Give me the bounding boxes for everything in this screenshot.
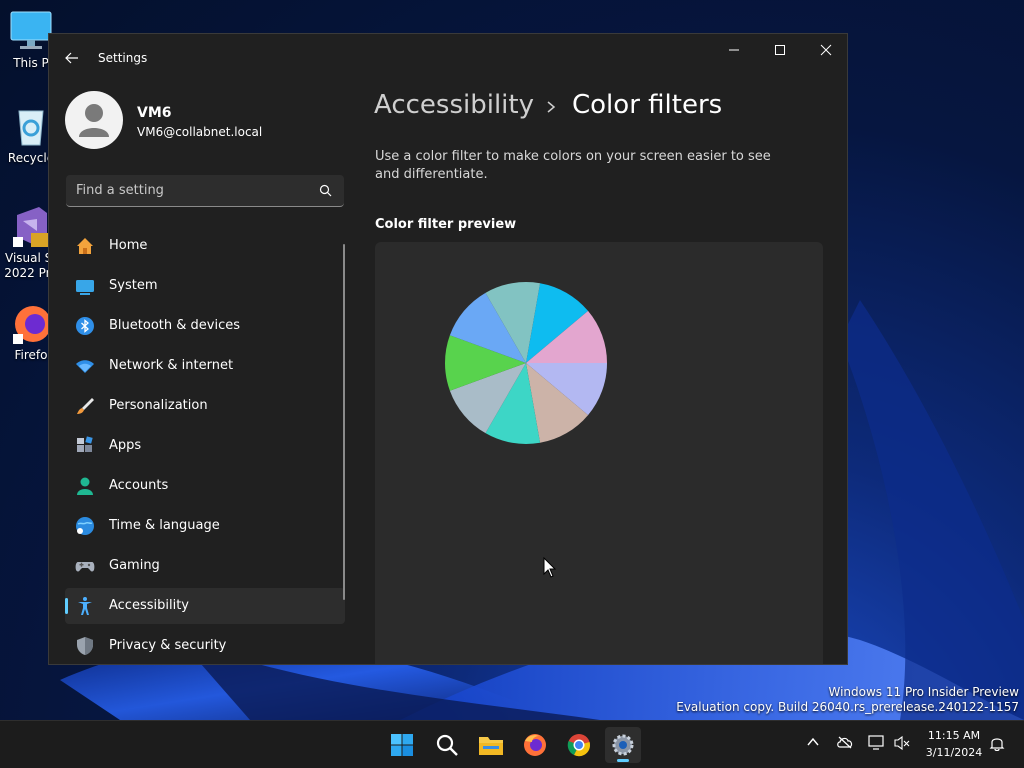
avatar — [65, 91, 123, 149]
page-title: Color filters — [572, 90, 723, 120]
sidebar-item-privacy-security[interactable]: Privacy & security — [65, 628, 345, 664]
sidebar-item-label: Accounts — [109, 478, 169, 493]
close-icon — [820, 44, 832, 56]
notification-bell-icon[interactable] — [989, 735, 1005, 751]
breadcrumb-parent[interactable]: Accessibility — [374, 90, 534, 120]
accounts-icon — [77, 477, 93, 495]
sidebar-item-home[interactable]: Home — [65, 228, 345, 264]
maximize-button[interactable] — [757, 34, 803, 66]
chevron-up-icon[interactable] — [806, 735, 820, 749]
shield-icon — [77, 637, 93, 655]
color-filter-preview — [375, 242, 823, 664]
file-explorer-icon — [479, 737, 503, 755]
mouse-cursor-icon — [543, 557, 557, 578]
watermark-line: Windows 11 Pro Insider Preview — [828, 685, 1019, 699]
recycle-bin-icon — [18, 110, 44, 146]
sidebar-item-personalization[interactable]: Personalization — [65, 388, 345, 424]
gamepad-icon — [75, 562, 95, 572]
globe-clock-icon — [76, 517, 94, 535]
maximize-icon — [775, 45, 785, 55]
sidebar-item-label: Accessibility — [109, 598, 189, 613]
taskbar-chrome[interactable] — [561, 727, 597, 763]
title-bar[interactable]: Settings — [49, 34, 847, 80]
wifi-icon — [76, 360, 94, 373]
accessibility-icon — [78, 597, 92, 615]
user-profile[interactable]: VM6 VM6@collabnet.local — [65, 91, 335, 151]
taskbar-firefox[interactable] — [517, 727, 553, 763]
onedrive-icon[interactable] — [836, 735, 854, 749]
settings-window: Settings VM6 VM6@collabnet.local Find a … — [48, 33, 848, 665]
sidebar-item-label: Home — [109, 238, 148, 253]
minimize-button[interactable] — [711, 34, 757, 66]
sidebar-item-label: Personalization — [109, 398, 208, 413]
clock-date[interactable]: 3/11/2024 — [918, 746, 990, 759]
apps-icon — [77, 436, 93, 452]
sidebar-item-accounts[interactable]: Accounts — [65, 468, 345, 504]
section-title: Color filter preview — [375, 217, 517, 232]
sidebar-item-bluetooth[interactable]: Bluetooth & devices — [65, 308, 345, 344]
start-icon — [391, 734, 413, 756]
color-filter-preview-pie — [445, 282, 607, 444]
page-description: Use a color filter to make colors on you… — [375, 149, 771, 182]
network-icon[interactable] — [868, 735, 886, 751]
selection-indicator — [65, 598, 68, 614]
sidebar-item-label: System — [109, 278, 158, 293]
chevron-right-icon — [547, 101, 556, 113]
volume-muted-icon[interactable] — [893, 735, 911, 751]
start-button[interactable] — [384, 727, 420, 763]
home-icon — [77, 238, 93, 254]
sidebar-item-time-language[interactable]: Time & language — [65, 508, 345, 544]
minimize-icon — [729, 49, 739, 51]
taskbar: 11:15 AM 3/11/2024 — [0, 720, 1024, 768]
back-arrow-icon[interactable] — [63, 49, 81, 67]
window-title: Settings — [98, 51, 148, 65]
firefox-icon — [13, 306, 51, 344]
firefox-icon — [524, 734, 546, 756]
bluetooth-icon — [76, 317, 94, 335]
search-icon — [436, 734, 458, 756]
sidebar-item-network[interactable]: Network & internet — [65, 348, 345, 384]
sidebar-scrollbar[interactable] — [343, 244, 345, 600]
sidebar-item-apps[interactable]: Apps — [65, 428, 345, 464]
search-input[interactable]: Find a setting — [66, 175, 344, 207]
watermark-line: Evaluation copy. Build 26040.rs_prerelea… — [676, 700, 1019, 714]
sidebar-item-label: Time & language — [109, 518, 220, 533]
user-name: VM6 — [137, 105, 172, 121]
chrome-icon — [567, 734, 590, 757]
sidebar-item-label: Network & internet — [109, 358, 234, 373]
sidebar-item-system[interactable]: System — [65, 268, 345, 304]
visual-studio-icon — [13, 207, 51, 247]
search-placeholder: Find a setting — [76, 183, 164, 198]
user-avatar-icon — [79, 104, 109, 137]
sidebar-item-label: Bluetooth & devices — [109, 318, 240, 333]
user-email: VM6@collabnet.local — [137, 125, 263, 139]
sidebar-item-accessibility[interactable]: Accessibility — [65, 588, 345, 624]
system-icon — [76, 280, 94, 295]
taskbar-file-explorer[interactable] — [473, 727, 509, 763]
sidebar-item-label: Gaming — [109, 558, 160, 573]
sidebar-item-label: Apps — [109, 438, 142, 453]
sidebar-nav: Home System Bluetooth & devices Network … — [65, 228, 345, 664]
evaluation-watermark: Windows 11 Pro Insider Preview Evaluatio… — [676, 685, 1019, 715]
brush-icon — [77, 398, 94, 414]
sidebar-item-gaming[interactable]: Gaming — [65, 548, 345, 584]
close-button[interactable] — [803, 34, 847, 66]
active-app-indicator — [617, 759, 629, 762]
sidebar-item-label: Privacy & security — [109, 638, 227, 653]
settings-icon — [612, 734, 634, 756]
search-icon[interactable] — [319, 184, 332, 197]
taskbar-settings[interactable] — [605, 727, 641, 763]
taskbar-search-button[interactable] — [429, 727, 465, 763]
clock-time[interactable]: 11:15 AM — [924, 729, 984, 742]
